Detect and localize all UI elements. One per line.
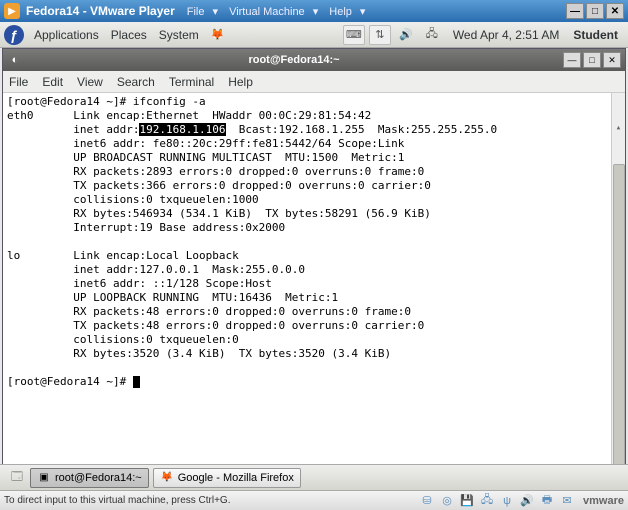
status-usb-icon[interactable]: ψ [498,493,516,509]
terminal-title: root@Fedora14:~ [27,54,561,66]
terminal-close-button[interactable]: ✕ [603,52,621,68]
terminal-line: RX packets:48 errors:0 dropped:0 overrun… [7,305,411,318]
terminal-line: UP BROADCAST RUNNING MULTICAST MTU:1500 … [7,151,404,164]
terminal-line: RX bytes:546934 (534.1 KiB) TX bytes:582… [7,207,431,220]
status-printer-icon[interactable]: 🖶 [538,493,556,509]
gnome-bottom-panel: 🗔 ▣ root@Fedora14:~ 🦊 Google - Mozilla F… [0,464,628,490]
status-sound-icon[interactable]: 🔊 [518,493,536,509]
terminal-menu-edit[interactable]: Edit [42,75,63,89]
terminal-menu-view[interactable]: View [77,75,103,89]
terminal-line: RX bytes:3520 (3.4 KiB) TX bytes:3520 (3… [7,347,391,360]
scroll-up-icon[interactable]: ▴ [612,121,625,135]
vmware-menu-file[interactable]: File [187,6,205,18]
vmware-menu: File ▾ Virtual Machine ▾ Help ▾ [187,5,374,18]
taskbar-firefox[interactable]: 🦊 Google - Mozilla Firefox [153,468,301,488]
status-floppy-icon[interactable]: 💾 [458,493,476,509]
updates-icon[interactable]: ⇅ [369,25,391,45]
terminal-scrollbar[interactable]: ▴ [611,93,625,467]
minimize-button[interactable]: — [566,3,584,19]
terminal-menu-search[interactable]: Search [117,75,155,89]
terminal-line: inet addr:127.0.0.1 Mask:255.0.0.0 [7,263,305,276]
terminal-line: TX packets:48 errors:0 dropped:0 overrun… [7,319,424,332]
terminal-line: inet6 addr: fe80::20c:29ff:fe81:5442/64 … [7,137,404,150]
firefox-launcher-icon[interactable]: 🦊 [207,25,229,45]
status-message-icon[interactable]: ✉ [558,493,576,509]
clock[interactable]: Wed Apr 4, 2:51 AM [453,28,560,42]
highlighted-ip: 192.168.1.106 [139,123,225,136]
terminal-titlebar[interactable]: ◐ root@Fedora14:~ — □ ✕ [3,49,625,71]
firefox-task-icon: 🦊 [160,471,174,485]
maximize-button[interactable]: □ [586,3,604,19]
terminal-line: collisions:0 txqueuelen:1000 [7,193,259,206]
gnome-top-panel: ƒ Applications Places System 🦊 ⌨ ⇅ 🔊 🖧 W… [0,22,628,48]
terminal-line: inet6 addr: ::1/128 Scope:Host [7,277,272,290]
taskbar-terminal-label: root@Fedora14:~ [55,472,142,484]
terminal-line: inet addr: [7,123,139,136]
taskbar-terminal[interactable]: ▣ root@Fedora14:~ [30,468,149,488]
terminal-line: [root@Fedora14 ~]# ifconfig -a [7,95,206,108]
terminal-menu-terminal[interactable]: Terminal [169,75,214,89]
terminal-task-icon: ▣ [37,471,51,485]
terminal-line: collisions:0 txqueuelen:0 [7,333,239,346]
window-menu-icon[interactable]: ◐ [7,52,23,68]
terminal-body[interactable]: [root@Fedora14 ~]# ifconfig -a eth0 Link… [3,93,625,467]
terminal-line: eth0 Link encap:Ethernet HWaddr 00:0C:29… [7,109,371,122]
terminal-line: lo Link encap:Local Loopback [7,249,239,262]
vmware-menu-vm[interactable]: Virtual Machine [229,6,305,18]
menu-applications[interactable]: Applications [34,28,99,42]
terminal-minimize-button[interactable]: — [563,52,581,68]
terminal-prompt: [root@Fedora14 ~]# [7,375,133,388]
vmware-titlebar: ▶ Fedora14 - VMware Player File ▾ Virtual… [0,0,628,22]
vmware-title: Fedora14 - VMware Player [26,4,175,18]
terminal-line: Bcast:192.168.1.255 Mask:255.255.255.0 [226,123,498,136]
status-hdd-icon[interactable]: ⛁ [418,493,436,509]
terminal-line: RX packets:2893 errors:0 dropped:0 overr… [7,165,424,178]
volume-icon[interactable]: 🔊 [395,25,417,45]
dropdown-icon: ▾ [212,6,218,18]
status-network-icon[interactable]: 🖧 [478,493,496,509]
menu-system[interactable]: System [159,28,199,42]
terminal-menu-file[interactable]: File [9,75,28,89]
vmware-logo: vmware [583,495,624,507]
keyboard-indicator-icon[interactable]: ⌨ [343,25,365,45]
close-button[interactable]: ✕ [606,3,624,19]
vmware-player-icon: ▶ [4,3,20,19]
terminal-maximize-button[interactable]: □ [583,52,601,68]
terminal-line: UP LOOPBACK RUNNING MTU:16436 Metric:1 [7,291,338,304]
scroll-thumb[interactable] [613,164,625,467]
vmware-menu-help[interactable]: Help [329,6,352,18]
user-menu[interactable]: Student [573,28,618,42]
terminal-menubar: File Edit View Search Terminal Help [3,71,625,93]
vmware-statusbar: To direct input to this virtual machine,… [0,490,628,510]
vmware-status-hint: To direct input to this virtual machine,… [4,495,230,506]
cursor [133,376,140,388]
dropdown-icon: ▾ [360,6,366,18]
terminal-window: ◐ root@Fedora14:~ — □ ✕ File Edit View S… [2,48,626,468]
terminal-line: TX packets:366 errors:0 dropped:0 overru… [7,179,431,192]
fedora-icon[interactable]: ƒ [4,25,24,45]
network-icon[interactable]: 🖧 [421,25,443,45]
terminal-line: Interrupt:19 Base address:0x2000 [7,221,285,234]
status-cd-icon[interactable]: ◎ [438,493,456,509]
menu-places[interactable]: Places [111,28,147,42]
dropdown-icon: ▾ [313,6,319,18]
taskbar-firefox-label: Google - Mozilla Firefox [178,472,294,484]
terminal-menu-help[interactable]: Help [228,75,253,89]
show-desktop-icon[interactable]: 🗔 [6,468,28,488]
